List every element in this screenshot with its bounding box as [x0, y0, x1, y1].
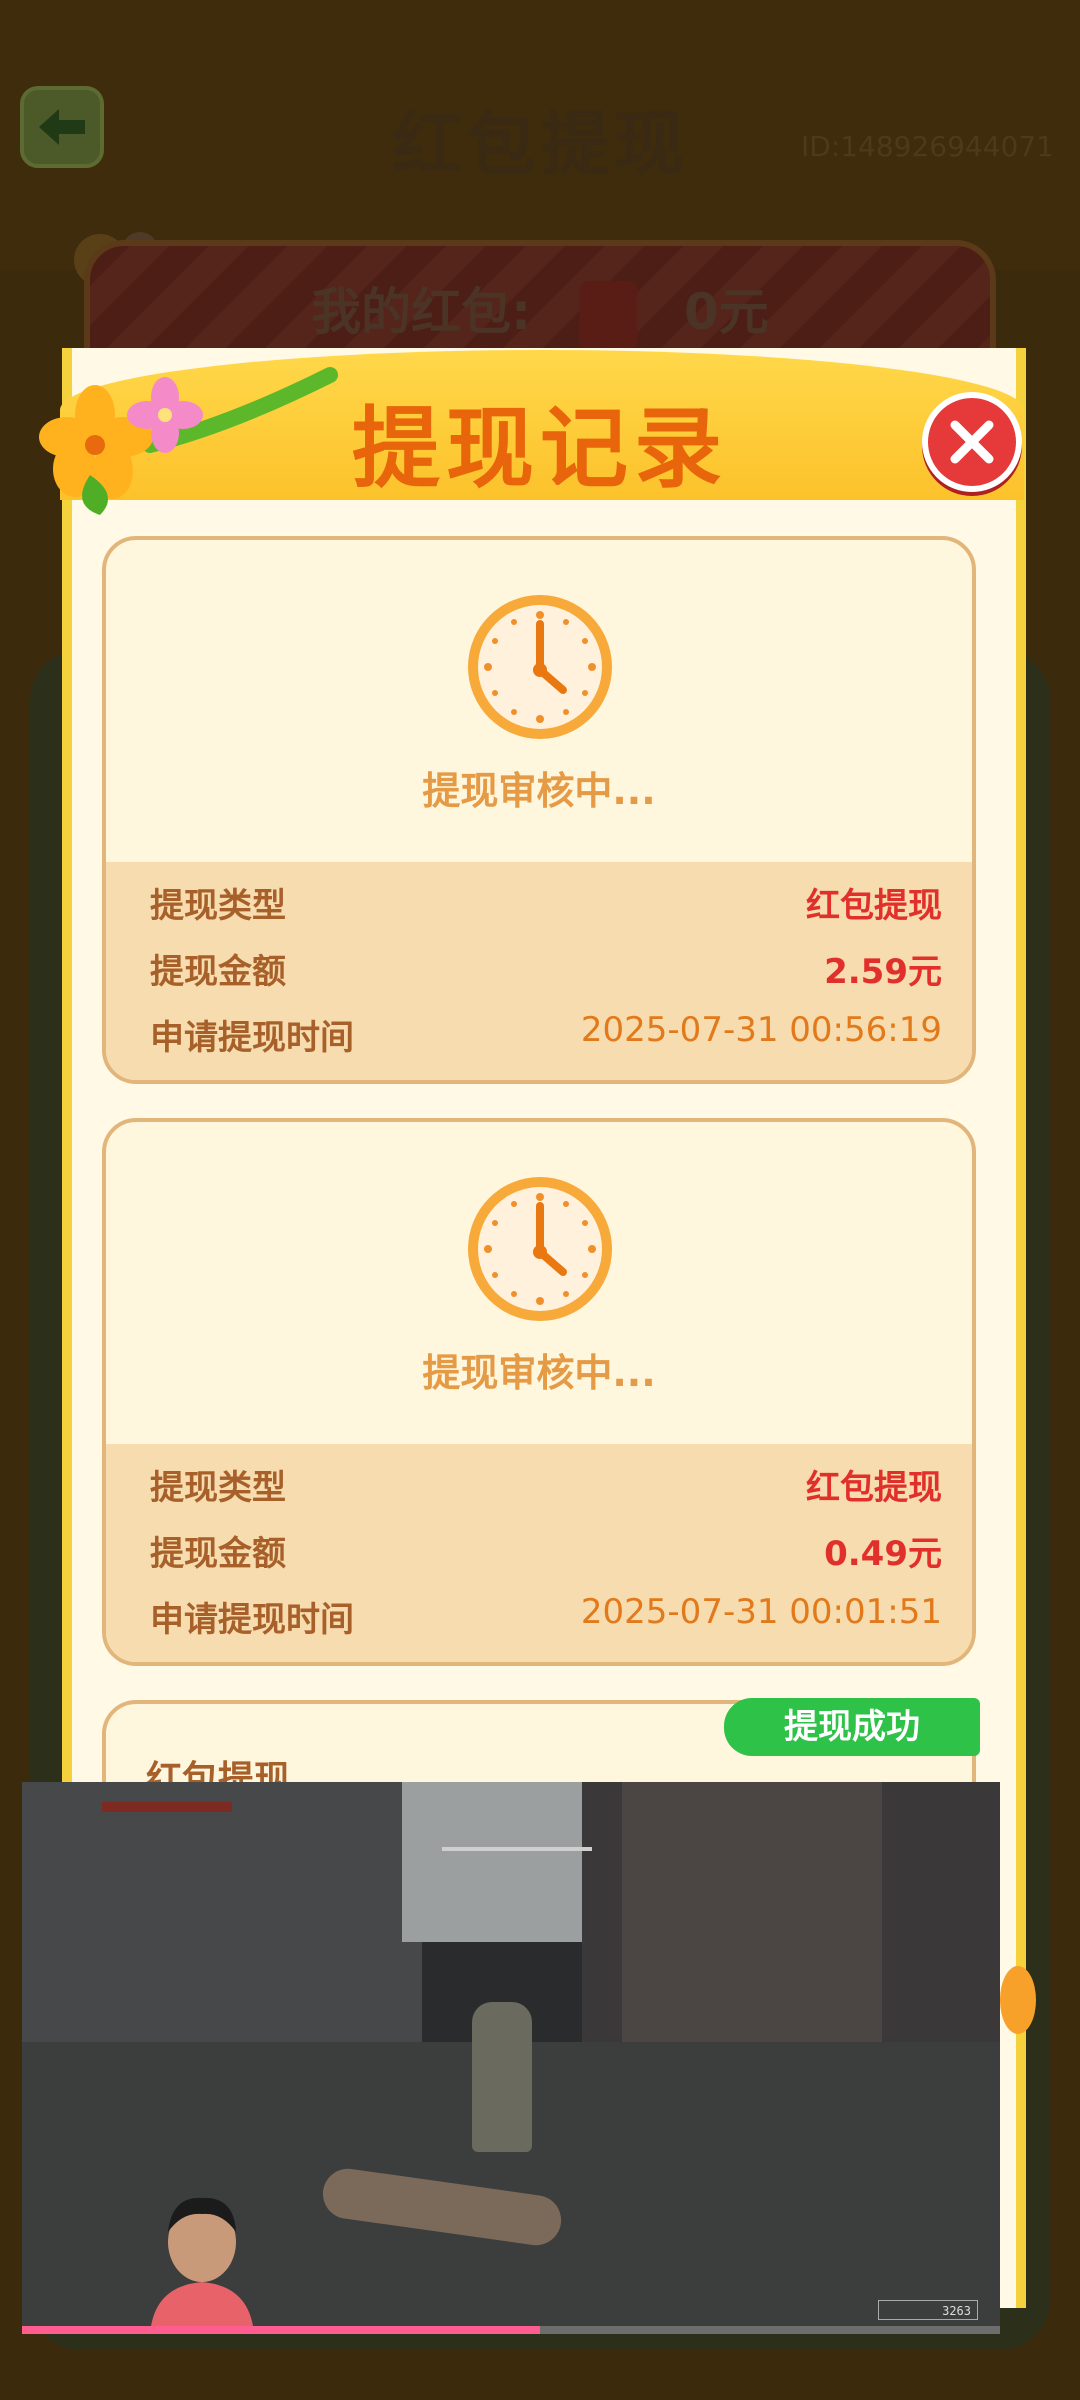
record-details: 提现类型 红包提现 提现金额 0.49元 申请提现时间 2025-07-31 0… — [106, 1444, 972, 1662]
video-scene-sky — [402, 1782, 612, 1942]
close-icon — [950, 420, 994, 464]
wallet-amount: 0元 — [684, 283, 769, 341]
detail-row-time: 申请提现时间 2025-07-31 00:01:51 — [150, 1592, 942, 1642]
video-progress-bar — [22, 2326, 541, 2334]
amount-value: 0.49元 — [824, 1534, 942, 1574]
video-counter: 3263 — [878, 2300, 978, 2320]
status-badge-success: 提现成功 — [724, 1698, 980, 1756]
record-card: 提现审核中... 提现类型 红包提现 提现金额 0.49元 申请提现时间 202… — [102, 1118, 976, 1666]
clock-icon — [468, 595, 612, 739]
detail-row-amount: 提现金额 2.59元 — [150, 944, 942, 994]
record-card: 提现审核中... 提现类型 红包提现 提现金额 2.59元 申请提现时间 202… — [102, 536, 976, 1084]
type-label: 提现类型 — [150, 886, 286, 926]
time-value: 2025-07-31 00:01:51 — [580, 1592, 942, 1632]
wallet-label: 我的红包: — [311, 283, 532, 341]
detail-row-amount: 提现金额 0.49元 — [150, 1526, 942, 1576]
time-value: 2025-07-31 00:56:19 — [580, 1010, 942, 1050]
flower-icon — [39, 367, 338, 515]
detail-row-type: 提现类型 红包提现 — [150, 1460, 942, 1510]
red-packet-icon — [578, 280, 637, 351]
video-scene-character — [472, 2002, 532, 2152]
video-health-bar — [102, 1802, 232, 1812]
flower-icon — [1000, 1966, 1036, 2034]
amount-label: 提现金额 — [150, 1534, 286, 1574]
user-id: ID:148926944071 — [800, 130, 1054, 163]
video-scene-tower — [622, 1782, 882, 2042]
amount-value: 2.59元 — [824, 952, 942, 992]
time-label: 申请提现时间 — [150, 1018, 354, 1058]
type-value: 红包提现 — [806, 1468, 942, 1508]
wallet-text: 我的红包: 0元 — [90, 272, 990, 351]
streamer-avatar — [150, 2197, 254, 2334]
clock-icon — [468, 1177, 612, 1321]
type-label: 提现类型 — [150, 1468, 286, 1508]
time-label: 申请提现时间 — [150, 1600, 354, 1640]
video-compass — [442, 1847, 592, 1851]
detail-row-time: 申请提现时间 2025-07-31 00:56:19 — [150, 1010, 942, 1060]
floating-video-player[interactable]: 3263 — [22, 1782, 1000, 2334]
record-status: 提现审核中... — [422, 1351, 656, 1395]
detail-row-type: 提现类型 红包提现 — [150, 878, 942, 928]
amount-label: 提现金额 — [150, 952, 286, 992]
record-status: 提现审核中... — [422, 769, 656, 813]
record-details: 提现类型 红包提现 提现金额 2.59元 申请提现时间 2025-07-31 0… — [106, 862, 972, 1080]
close-button[interactable] — [922, 392, 1022, 492]
type-value: 红包提现 — [806, 886, 942, 926]
